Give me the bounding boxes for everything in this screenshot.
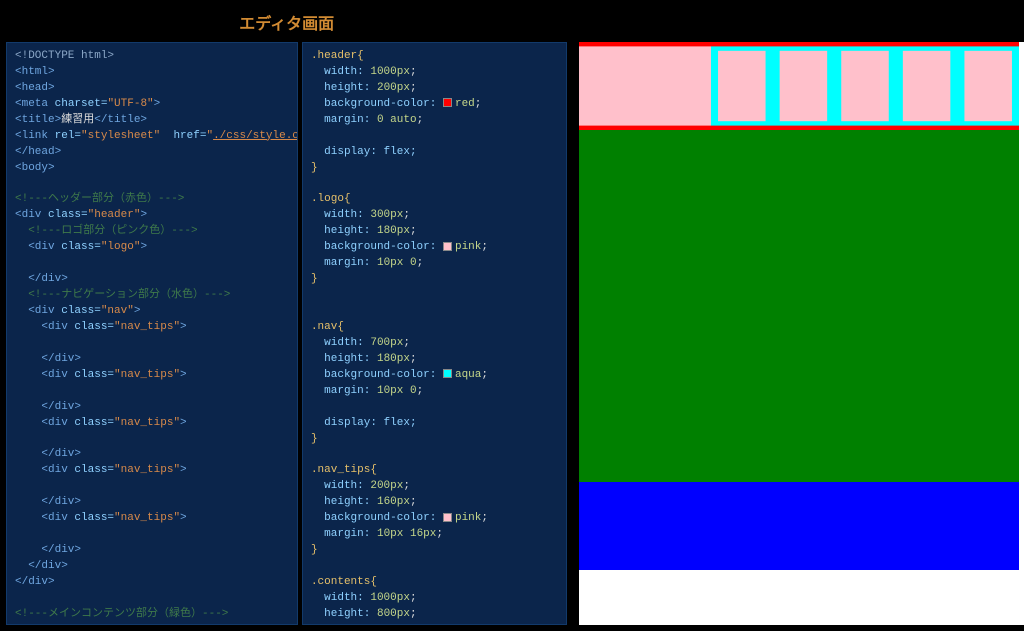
code-line: <!DOCTYPE html> <box>15 50 114 62</box>
preview-nav-tip <box>842 51 890 121</box>
preview-nav <box>711 46 1019 125</box>
rendered-page <box>579 42 1019 570</box>
preview-contents <box>579 130 1019 482</box>
swatch-aqua <box>443 369 452 378</box>
css-sel-header: .header{ <box>311 50 364 62</box>
css-sel-contents: .contents{ <box>311 576 377 588</box>
editor-column: エディタ画面 <!DOCTYPE html> <html> <head> <me… <box>0 0 573 631</box>
code-line: <head> <box>15 82 55 94</box>
browser-column: ブラウザ画面 <box>573 0 1024 631</box>
browser-preview <box>579 42 1024 625</box>
html-editor[interactable]: <!DOCTYPE html> <html> <head> <meta char… <box>6 42 298 625</box>
comment-logo: <!---ロゴ部分（ピンク色）---> <box>28 225 197 237</box>
comment-contents: <!---メインコンテンツ部分（緑色）---> <box>15 608 228 620</box>
stylesheet-link[interactable]: ./css/style.css <box>213 130 298 142</box>
preview-logo <box>579 46 711 125</box>
preview-nav-tip <box>903 51 951 121</box>
css-sel-logo: .logo{ <box>311 193 351 205</box>
css-sel-nav: .nav{ <box>311 321 344 333</box>
swatch-pink <box>443 513 452 522</box>
code-line: </head> <box>15 146 61 158</box>
preview-header <box>579 42 1019 130</box>
page-title-text: 練習用 <box>61 114 94 126</box>
editor-panes: <!DOCTYPE html> <html> <head> <meta char… <box>6 42 567 625</box>
swatch-pink <box>443 242 452 251</box>
css-sel-navtips: .nav_tips{ <box>311 464 377 476</box>
css-editor[interactable]: .header{ width: 1000px; height: 200px; b… <box>302 42 568 625</box>
comment-header: <!---ヘッダー部分（赤色）---> <box>15 193 184 205</box>
layout-root: エディタ画面 <!DOCTYPE html> <html> <head> <me… <box>0 0 1024 631</box>
preview-nav-tip <box>965 51 1013 121</box>
comment-nav: <!---ナビゲーション部分（水色）---> <box>28 289 230 301</box>
browser-title: ブラウザ画面 <box>579 4 1024 42</box>
preview-footer <box>579 482 1019 570</box>
code-line: <body> <box>15 162 55 174</box>
preview-nav-tip <box>780 51 828 121</box>
swatch-red <box>443 98 452 107</box>
preview-nav-tip <box>718 51 766 121</box>
editor-title: エディタ画面 <box>6 4 567 42</box>
code-line: <html> <box>15 66 55 78</box>
swatch-green <box>443 624 452 625</box>
